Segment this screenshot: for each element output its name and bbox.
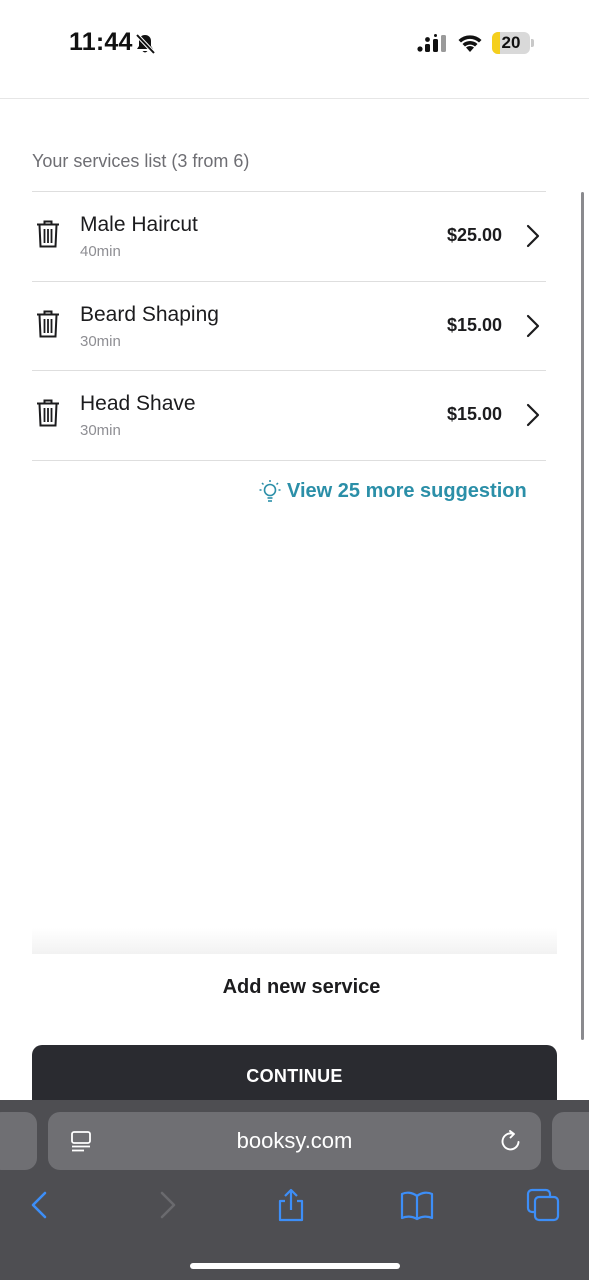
status-bar: 11:44 20 bbox=[0, 0, 589, 88]
lightbulb-icon bbox=[259, 480, 281, 502]
browser-toolbar: booksy.com bbox=[0, 1100, 589, 1280]
address-text: booksy.com bbox=[236, 1128, 353, 1153]
bottom-fade bbox=[32, 928, 557, 954]
next-tab-preview[interactable] bbox=[552, 1112, 589, 1170]
trash-icon[interactable] bbox=[36, 310, 60, 338]
tabs-icon[interactable] bbox=[526, 1188, 560, 1222]
service-name: Male Haircut bbox=[80, 213, 198, 236]
continue-label: CONTINUE bbox=[246, 1066, 343, 1086]
service-price: $25.00 bbox=[446, 225, 502, 245]
bell-slash-icon bbox=[135, 33, 156, 55]
chevron-right-icon[interactable] bbox=[526, 224, 540, 248]
service-row-head-shave[interactable]: Head Shave 30min $15.00 bbox=[32, 371, 546, 460]
service-row-beard-shaping[interactable]: Beard Shaping 30min $15.00 bbox=[32, 282, 546, 371]
scrollbar[interactable] bbox=[581, 192, 584, 1040]
add-new-service-button[interactable]: Add new service bbox=[0, 976, 589, 999]
battery-body: 20 bbox=[492, 32, 530, 54]
reload-icon[interactable] bbox=[499, 1129, 523, 1153]
service-name: Beard Shaping bbox=[80, 303, 219, 326]
service-row-male-haircut[interactable]: Male Haircut 40min $25.00 bbox=[32, 192, 546, 281]
share-icon[interactable] bbox=[274, 1188, 308, 1222]
battery-cap bbox=[531, 39, 534, 47]
signal-icon bbox=[417, 34, 446, 52]
back-icon[interactable] bbox=[22, 1188, 56, 1222]
previous-tab-preview[interactable] bbox=[0, 1112, 37, 1170]
chevron-right-icon[interactable] bbox=[526, 314, 540, 338]
home-indicator[interactable] bbox=[190, 1263, 400, 1269]
service-duration: 40min bbox=[80, 243, 121, 260]
divider bbox=[32, 460, 546, 461]
header-divider bbox=[0, 98, 589, 99]
service-duration: 30min bbox=[80, 422, 121, 439]
forward-icon[interactable] bbox=[151, 1188, 185, 1222]
view-more-suggestions-link[interactable]: View 25 more suggestion bbox=[259, 478, 527, 504]
chevron-right-icon[interactable] bbox=[526, 403, 540, 427]
battery-level: 20 bbox=[501, 33, 521, 52]
service-price: $15.00 bbox=[446, 404, 502, 424]
services-list-title: Your services list (3 from 6) bbox=[32, 151, 250, 171]
address-bar[interactable]: booksy.com bbox=[48, 1112, 541, 1170]
trash-icon[interactable] bbox=[36, 220, 60, 248]
status-time: 11:44 bbox=[69, 28, 133, 56]
service-name: Head Shave bbox=[80, 392, 196, 415]
wifi-icon bbox=[458, 35, 482, 52]
bookmarks-icon[interactable] bbox=[400, 1188, 434, 1222]
service-price: $15.00 bbox=[446, 315, 502, 335]
battery-icon: 20 bbox=[492, 32, 534, 54]
service-duration: 30min bbox=[80, 333, 121, 350]
trash-icon[interactable] bbox=[36, 399, 60, 427]
suggestion-link-label: View 25 more suggestion bbox=[287, 479, 527, 502]
